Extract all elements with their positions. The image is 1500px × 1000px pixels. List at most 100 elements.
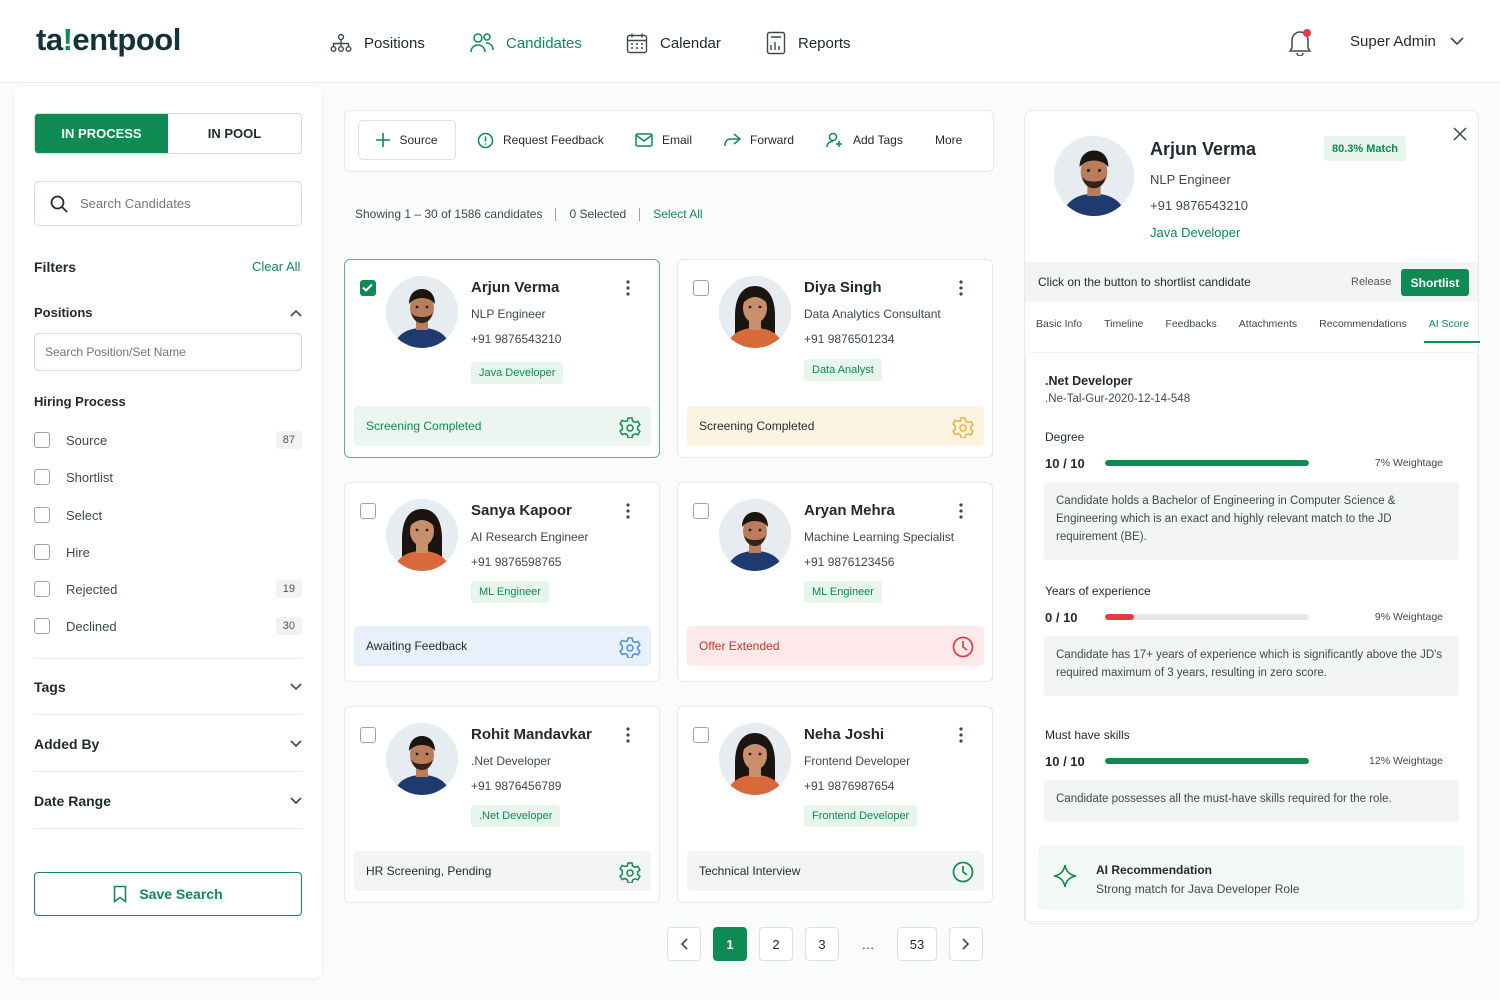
close-icon[interactable] bbox=[1453, 127, 1467, 141]
status-bar: Technical Interview bbox=[687, 851, 984, 891]
kebab-menu-icon[interactable] bbox=[959, 503, 963, 519]
tab-timeline[interactable]: Timeline bbox=[1104, 318, 1143, 330]
avatar bbox=[719, 723, 791, 795]
tab-basic-info[interactable]: Basic Info bbox=[1036, 318, 1082, 330]
kebab-menu-icon[interactable] bbox=[626, 280, 630, 296]
page-53[interactable]: 53 bbox=[897, 927, 937, 961]
candidate-role: AI Research Engineer bbox=[471, 530, 589, 544]
checkbox[interactable] bbox=[34, 507, 50, 523]
search-input[interactable] bbox=[80, 196, 280, 211]
kebab-menu-icon[interactable] bbox=[626, 503, 630, 519]
candidate-name[interactable]: Rohit Mandavkar bbox=[471, 726, 592, 743]
tags-accordion[interactable]: Tags bbox=[34, 679, 302, 695]
in-process-tab[interactable]: IN PROCESS bbox=[35, 114, 168, 153]
active-tab-underline bbox=[1424, 341, 1480, 343]
score-criterion: Degree bbox=[1045, 430, 1085, 444]
candidate-card[interactable]: Sanya Kapoor AI Research Engineer +91 9876… bbox=[344, 482, 660, 682]
add-tags-button[interactable]: Add Tags bbox=[826, 120, 903, 160]
chevron-down-icon bbox=[290, 740, 302, 748]
forward-button[interactable]: Forward bbox=[723, 120, 794, 160]
source-button[interactable]: Source bbox=[358, 120, 456, 160]
process-toggle: IN PROCESS IN POOL bbox=[34, 113, 302, 154]
filter-select[interactable]: Select bbox=[34, 505, 302, 525]
candidate-name[interactable]: Sanya Kapoor bbox=[471, 502, 572, 519]
kebab-menu-icon[interactable] bbox=[959, 727, 963, 743]
positions-accordion[interactable]: Positions bbox=[34, 305, 302, 320]
candidate-card[interactable]: Arjun Verma NLP Engineer +91 9876543210 Jav… bbox=[344, 259, 660, 458]
next-page-button[interactable] bbox=[949, 927, 983, 961]
email-button[interactable]: Email bbox=[635, 120, 692, 160]
job-code: .Ne-Tal-Gur-2020-12-14-548 bbox=[1045, 393, 1191, 405]
more-button[interactable]: More bbox=[935, 120, 962, 160]
release-button[interactable]: Release bbox=[1351, 276, 1391, 288]
date-range-title: Date Range bbox=[34, 793, 112, 809]
tool-label: Source bbox=[399, 133, 438, 147]
candidate-tag: Frontend Developer bbox=[804, 805, 918, 827]
kebab-menu-icon[interactable] bbox=[959, 280, 963, 296]
card-checkbox[interactable] bbox=[360, 280, 376, 296]
tab-attachments[interactable]: Attachments bbox=[1239, 318, 1297, 330]
user-menu[interactable]: Super Admin bbox=[1350, 33, 1464, 50]
date-range-accordion[interactable]: Date Range bbox=[34, 793, 302, 809]
kebab-menu-icon[interactable] bbox=[626, 727, 630, 743]
candidate-name[interactable]: Aryan Mehra bbox=[804, 502, 895, 519]
candidate-card[interactable]: Diya Singh Data Analytics Consultant +91 9… bbox=[677, 259, 993, 458]
candidate-name[interactable]: Arjun Verma bbox=[471, 279, 559, 296]
filter-shortlist[interactable]: Shortlist bbox=[34, 467, 302, 487]
detail-tag: Java Developer bbox=[1150, 225, 1241, 240]
candidate-name[interactable]: Neha Joshi bbox=[804, 726, 884, 743]
nav-label: Candidates bbox=[506, 34, 582, 52]
checkbox[interactable] bbox=[34, 581, 50, 597]
clear-all-link[interactable]: Clear All bbox=[252, 259, 300, 274]
filter-source[interactable]: Source 87 bbox=[34, 430, 302, 450]
score-weightage: 7% Weightage bbox=[1374, 457, 1443, 469]
nav-candidates[interactable]: Candidates bbox=[470, 30, 582, 56]
candidate-phone: +91 9876501234 bbox=[804, 332, 895, 346]
filter-rejected[interactable]: Rejected 19 bbox=[34, 579, 302, 599]
prev-page-button[interactable] bbox=[667, 927, 701, 961]
page-3[interactable]: 3 bbox=[805, 927, 839, 961]
page-2[interactable]: 2 bbox=[759, 927, 793, 961]
score-note: Candidate holds a Bachelor of Engineerin… bbox=[1044, 482, 1459, 560]
checkbox[interactable] bbox=[34, 469, 50, 485]
status-bar: Screening Completed bbox=[354, 406, 651, 446]
request-feedback-button[interactable]: Request Feedback bbox=[477, 120, 604, 160]
card-checkbox[interactable] bbox=[360, 503, 376, 519]
page-1[interactable]: 1 bbox=[713, 927, 747, 961]
card-checkbox[interactable] bbox=[693, 727, 709, 743]
candidate-card[interactable]: Neha Joshi Frontend Developer +91 98769876… bbox=[677, 706, 993, 903]
added-by-accordion[interactable]: Added By bbox=[34, 736, 302, 752]
candidate-name[interactable]: Diya Singh bbox=[804, 279, 882, 296]
nav-positions[interactable]: Positions bbox=[330, 30, 425, 56]
filter-hire[interactable]: Hire bbox=[34, 542, 302, 562]
tab-recommendations[interactable]: Recommendations bbox=[1319, 318, 1407, 330]
nav-calendar[interactable]: Calendar bbox=[626, 30, 721, 56]
tab-feedbacks[interactable]: Feedbacks bbox=[1165, 318, 1216, 330]
candidate-tag: Data Analyst bbox=[804, 359, 882, 381]
tab-ai-score[interactable]: AI Score bbox=[1429, 318, 1469, 330]
checkbox[interactable] bbox=[34, 618, 50, 634]
checkbox[interactable] bbox=[34, 544, 50, 560]
select-all-link[interactable]: Select All bbox=[653, 207, 702, 221]
card-checkbox[interactable] bbox=[360, 727, 376, 743]
candidate-card[interactable]: Aryan Mehra Machine Learning Specialist +9… bbox=[677, 482, 993, 682]
card-checkbox[interactable] bbox=[693, 280, 709, 296]
talentpool-logo[interactable]: ta!entpool bbox=[36, 22, 181, 58]
chevron-down-icon bbox=[290, 683, 302, 691]
checkbox[interactable] bbox=[34, 432, 50, 448]
positions-title: Positions bbox=[34, 305, 93, 320]
filter-declined[interactable]: Declined 30 bbox=[34, 616, 302, 636]
shortlist-button[interactable]: Shortlist bbox=[1401, 269, 1469, 296]
clock-icon bbox=[952, 636, 974, 658]
save-search-button[interactable]: Save Search bbox=[34, 872, 302, 916]
tool-label: Forward bbox=[750, 133, 795, 147]
card-checkbox[interactable] bbox=[693, 503, 709, 519]
in-pool-tab[interactable]: IN POOL bbox=[168, 114, 301, 153]
top-header bbox=[0, 0, 1500, 83]
candidate-card[interactable]: Rohit Mandavkar .Net Developer +91 9876456… bbox=[344, 706, 660, 903]
avatar bbox=[386, 499, 458, 571]
notification-dot bbox=[1303, 29, 1311, 37]
position-search-input[interactable] bbox=[45, 345, 245, 359]
nav-reports[interactable]: Reports bbox=[766, 30, 851, 56]
candidate-role: .Net Developer bbox=[471, 754, 552, 768]
